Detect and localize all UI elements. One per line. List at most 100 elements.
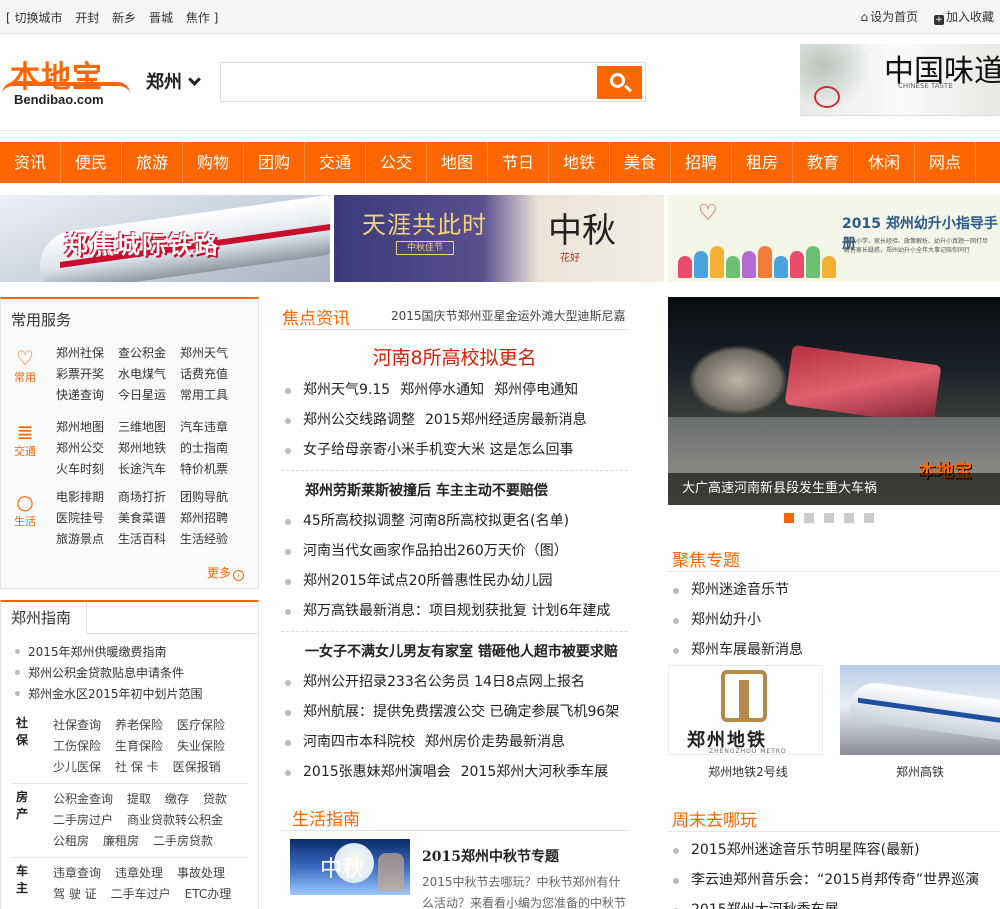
guide-link[interactable]: 违章处理: [115, 866, 163, 880]
service-link[interactable]: 汽车违章: [180, 417, 242, 438]
life-item-title[interactable]: 2015郑州中秋节专题: [422, 846, 559, 866]
guide-link[interactable]: 违章查询: [53, 866, 101, 880]
news-link[interactable]: 2015郑州经适房最新消息: [425, 412, 587, 428]
guide-link[interactable]: 医保报销: [173, 760, 221, 774]
news-link[interactable]: 郑州公开招录233名公务员 14日8点网上报名: [303, 674, 585, 690]
guide-link[interactable]: 社保查询: [53, 718, 101, 732]
service-link[interactable]: 郑州社保: [56, 343, 118, 364]
slide-dot[interactable]: [804, 513, 814, 523]
nav-item[interactable]: 团购: [244, 142, 305, 183]
service-link[interactable]: 医院挂号: [56, 508, 118, 529]
city-selector[interactable]: 郑州: [146, 68, 201, 94]
guide-link[interactable]: 公租房: [53, 834, 89, 848]
guide-link[interactable]: 二手房过户: [53, 813, 113, 827]
guide-link[interactable]: 事故处理: [177, 866, 225, 880]
service-link[interactable]: 长途汽车: [118, 459, 180, 480]
guide-link[interactable]: 廉租房: [103, 834, 139, 848]
nav-item[interactable]: 美食: [610, 142, 671, 183]
news-ticker[interactable]: 2015国庆节郑州亚星金运外滩大型迪斯尼嘉: [391, 307, 626, 324]
search-input[interactable]: [223, 65, 593, 99]
list-item-link[interactable]: 郑州迷途音乐节: [668, 575, 1000, 605]
guide-link[interactable]: 少儿医保: [53, 760, 101, 774]
service-link[interactable]: 商场打折: [118, 487, 180, 508]
tab-zhengzhou-guide[interactable]: 郑州指南: [1, 602, 87, 634]
service-link[interactable]: 旅游景点: [56, 529, 118, 550]
set-home-link[interactable]: 设为首页: [861, 10, 919, 24]
news-link[interactable]: 郑州天气9.15: [303, 382, 390, 398]
slide-dot[interactable]: [824, 513, 834, 523]
nav-item[interactable]: 网点: [915, 142, 976, 183]
guide-link[interactable]: 工伤保险: [53, 739, 101, 753]
list-item-link[interactable]: 2015郑州大河秋季车展: [668, 895, 1000, 909]
service-link[interactable]: 生活经验: [180, 529, 242, 550]
search-button[interactable]: [597, 66, 642, 99]
news-link[interactable]: 河南四市本科院校: [303, 734, 415, 750]
nav-item[interactable]: 购物: [183, 142, 244, 183]
service-link[interactable]: 生活百科: [118, 529, 180, 550]
service-link[interactable]: 查公积金: [118, 343, 180, 364]
service-link[interactable]: 今日星运: [118, 385, 180, 406]
news-link[interactable]: 郑州2015年试点20所普惠性民办幼儿园: [303, 573, 552, 589]
news-link[interactable]: 郑州停电通知: [494, 382, 578, 398]
banner-mid-autumn[interactable]: 天涯共此时 中秋佳节 中秋 花好: [334, 195, 664, 282]
nav-item[interactable]: 教育: [793, 142, 854, 183]
guide-link[interactable]: 缴存: [165, 792, 189, 806]
service-link[interactable]: 常用工具: [180, 385, 242, 406]
news-link[interactable]: 郑州停水通知: [400, 382, 484, 398]
guide-link[interactable]: 二手车过户: [111, 887, 171, 901]
nav-item[interactable]: 地图: [427, 142, 488, 183]
service-link[interactable]: 郑州地图: [56, 417, 118, 438]
rail-caption[interactable]: 郑州高铁: [840, 763, 1000, 780]
banner-zhengjiao-rail[interactable]: 郑焦城际铁路: [0, 195, 330, 282]
nav-item[interactable]: 便民: [61, 142, 122, 183]
guide-link[interactable]: 提取: [127, 792, 151, 806]
banner-school-guide[interactable]: ♡ 2015 郑州幼升小指导手册 重点小学、家长经验、政策解析、幼升小真题一网打…: [668, 195, 1000, 282]
service-link[interactable]: 水电煤气: [118, 364, 180, 385]
guide-link[interactable]: 驾 驶 证: [53, 887, 97, 901]
guide-bullet-link[interactable]: 郑州公积金贷款贴息申请条件: [15, 663, 203, 684]
nav-item[interactable]: 租房: [732, 142, 793, 183]
nav-item[interactable]: 公交: [366, 142, 427, 183]
service-link[interactable]: 快递查询: [56, 385, 118, 406]
more-link[interactable]: 更多 ›: [207, 564, 244, 581]
switch-city-link[interactable]: [ 切换城市: [6, 11, 63, 25]
metro-logo-image[interactable]: 郑州地铁 ZHENGZHOU METRO: [668, 665, 823, 755]
news-link[interactable]: 郑州公交线路调整: [303, 412, 415, 428]
service-link[interactable]: 话费充值: [180, 364, 242, 385]
city-link-xinxiang[interactable]: 新乡: [112, 11, 136, 25]
news-link[interactable]: 郑州航展：提供免费摆渡公交 已确定参展飞机96架: [303, 704, 619, 720]
site-logo[interactable]: 本地宝 Bendibao.com: [2, 50, 132, 110]
news-link[interactable]: 2015郑州大河秋季车展: [461, 764, 609, 780]
nav-item[interactable]: 地铁: [549, 142, 610, 183]
list-item-link[interactable]: 2015郑州迷途音乐节明星阵容(最新): [668, 835, 1000, 865]
service-link[interactable]: 三维地图: [118, 417, 180, 438]
list-item-link[interactable]: 郑州车展最新消息: [668, 635, 1000, 665]
service-link[interactable]: 特价机票: [180, 459, 242, 480]
news-link[interactable]: 河南当代女画家作品拍出260万天价（图）: [303, 543, 568, 559]
service-link[interactable]: 彩票开奖: [56, 364, 118, 385]
add-favorite-link[interactable]: + 加入收藏: [933, 10, 994, 25]
nav-item[interactable]: 旅游: [122, 142, 183, 183]
service-link[interactable]: 的士指南: [180, 438, 242, 459]
guide-link[interactable]: 社 保 卡: [115, 760, 159, 774]
news-link[interactable]: 45所高校拟调整 河南8所高校拟更名(名单): [303, 513, 569, 529]
service-link[interactable]: 郑州公交: [56, 438, 118, 459]
slide-dot[interactable]: [864, 513, 874, 523]
service-link[interactable]: 电影排期: [56, 487, 118, 508]
list-item-link[interactable]: 李云迪郑州音乐会：“2015肖邦传奇”世界巡演: [668, 865, 1000, 895]
city-link-kaifeng[interactable]: 开封: [75, 11, 99, 25]
guide-link[interactable]: 公积金查询: [53, 792, 113, 806]
metro-caption[interactable]: 郑州地铁2号线: [668, 763, 828, 780]
guide-link[interactable]: ETC办理: [185, 887, 232, 901]
news-link[interactable]: 女子给母亲寄小米手机变大米 这是怎么回事: [303, 442, 573, 458]
news-slideshow[interactable]: 本地宝 大广高速河南新县段发生重大车祸: [668, 297, 1000, 505]
header-ad-banner[interactable]: 中国味道 CHINESE TASTE: [800, 44, 1000, 116]
guide-link[interactable]: 贷款: [203, 792, 227, 806]
service-link[interactable]: 美食菜谱: [118, 508, 180, 529]
slide-dot[interactable]: [844, 513, 854, 523]
news-link[interactable]: 2015张惠妹郑州演唱会: [303, 764, 451, 780]
nav-item[interactable]: 休闲: [854, 142, 915, 183]
guide-bullet-link[interactable]: 2015年郑州供暖缴费指南: [15, 642, 203, 663]
high-speed-rail-image[interactable]: [840, 665, 1000, 755]
guide-bullet-link[interactable]: 郑州金水区2015年初中划片范围: [15, 684, 203, 705]
